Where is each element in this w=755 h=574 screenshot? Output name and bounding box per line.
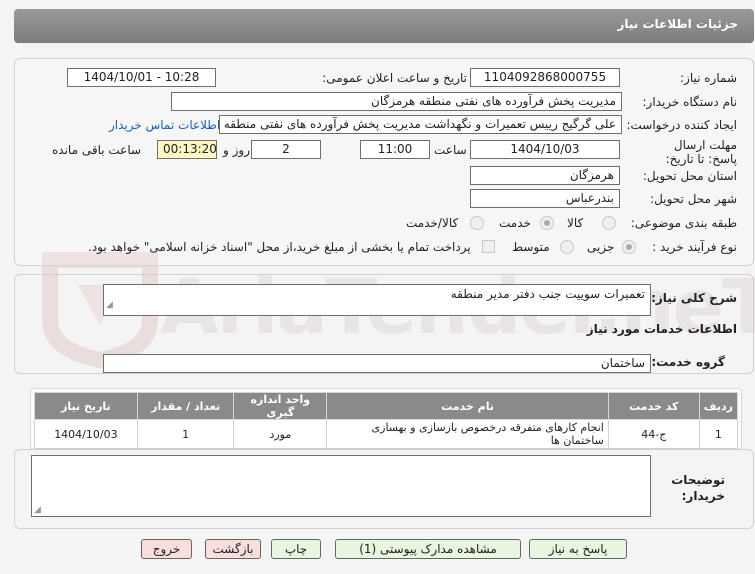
city-label: شهر محل تحویل: <box>650 192 737 206</box>
cell-code: ج-44 <box>607 419 700 449</box>
deadline-date-field[interactable]: 1404/10/03 <box>470 140 620 159</box>
service-group-field[interactable]: ساختمان <box>103 354 651 373</box>
remaining-label: ساعت باقی مانده <box>52 143 142 157</box>
description-text: تعمیرات سوییت جنب دفتر مدیر منطقه <box>450 287 645 301</box>
creator-label: ایجاد کننده درخواست: <box>626 118 737 132</box>
process-minor-label: جزیی <box>587 240 615 254</box>
back-button[interactable]: بازگشت <box>205 539 261 559</box>
creator-field[interactable]: علی گرگیج رییس تعمیرات و نگهداشت مدیریت … <box>219 115 622 134</box>
buyer-label: نام دستگاه خریدار: <box>642 95 738 109</box>
payment-note: پرداخت تمام یا بخشی از مبلغ خرید،از محل … <box>88 240 471 254</box>
city-field[interactable]: بندرعباس <box>470 189 620 208</box>
deadline-time-field[interactable]: 11:00 <box>360 140 430 159</box>
process-medium-label: متوسط <box>512 240 550 254</box>
deadline-label: مهلت ارسال پاسخ: تا تاریخ: <box>665 138 737 166</box>
col-name: نام خدمت <box>326 392 609 420</box>
days-label: روز و <box>223 143 250 157</box>
process-label: نوع فرآیند خرید : <box>652 240 737 254</box>
print-button[interactable]: چاپ <box>271 539 321 559</box>
exit-button[interactable]: خروج <box>141 539 192 559</box>
buyer-field[interactable]: مدیریت پخش فرآورده های نفتی منطقه هرمزگا… <box>171 92 622 111</box>
resize-handle-icon[interactable]: ◢ <box>106 296 113 314</box>
col-unit: واحد اندازه گیری <box>233 392 328 420</box>
description-label: شرح کلی نیاز: <box>651 291 737 305</box>
header-bar: جزئيات اطلاعات نياز <box>14 9 754 43</box>
col-row: ردیف <box>698 392 739 420</box>
cell-date: 1404/10/03 <box>34 419 138 449</box>
remaining-time-field: 00:13:20 <box>157 140 217 159</box>
services-table-header: ردیف کد خدمت نام خدمت واحد اندازه گیری ت… <box>34 392 739 420</box>
services-table: ردیف کد خدمت نام خدمت واحد اندازه گیری ت… <box>34 392 739 449</box>
need-number-field[interactable]: 1104092868000755 <box>470 68 620 87</box>
col-qty: تعداد / مقدار <box>136 392 235 420</box>
process-medium-radio[interactable] <box>560 240 574 254</box>
description-textarea[interactable]: تعمیرات سوییت جنب دفتر مدیر منطقه ◢ <box>103 284 651 316</box>
days-field[interactable]: 2 <box>251 140 321 159</box>
page-title: جزئيات اطلاعات نياز <box>617 17 738 31</box>
notes-label: توضیحات خریدار: <box>671 473 725 503</box>
process-minor-radio[interactable] <box>622 240 636 254</box>
category-goods-label: کالا <box>567 216 584 230</box>
attachments-button[interactable]: مشاهده مدارک پیوستی (1) <box>335 539 521 559</box>
col-code: کد خدمت <box>607 392 700 420</box>
category-goods-service-label: کالا/خدمت <box>406 216 459 230</box>
reply-button[interactable]: پاسخ به نیاز <box>529 539 627 559</box>
table-row[interactable]: 1 ج-44 انجام کارهای متفرقه درخصوص بازساز… <box>34 419 739 449</box>
cell-unit: مورد <box>233 419 328 449</box>
treasury-payment-checkbox[interactable] <box>482 240 495 253</box>
announce-label: تاریخ و ساعت اعلان عمومی: <box>322 71 467 85</box>
cell-row: 1 <box>698 419 739 449</box>
category-service-radio[interactable] <box>540 216 554 230</box>
category-service-label: خدمت <box>499 216 531 230</box>
services-section-title: اطلاعات خدمات مورد نیاز <box>586 322 737 336</box>
need-number-label: شماره نیاز: <box>680 71 737 85</box>
category-goods-radio[interactable] <box>602 216 616 230</box>
province-field[interactable]: هرمزگان <box>470 166 620 185</box>
cell-name: انجام کارهای متفرقه درخصوص بازسازی و بهس… <box>326 419 609 449</box>
service-group-label: گروه خدمت: <box>651 355 725 369</box>
province-label: استان محل تحویل: <box>642 169 737 183</box>
category-goods-service-radio[interactable] <box>470 216 484 230</box>
notes-textarea[interactable]: ◢ <box>31 455 651 517</box>
category-label: طبقه بندی موضوعی: <box>630 216 737 230</box>
cell-qty: 1 <box>136 419 235 449</box>
contact-buyer-link[interactable]: اطلاعات تماس خریدار <box>109 116 220 134</box>
col-date: تاریخ نیاز <box>34 392 138 420</box>
resize-handle-icon[interactable]: ◢ <box>34 505 41 515</box>
announce-field[interactable]: 1404/10/01 - 10:28 <box>67 68 216 87</box>
deadline-time-label: ساعت <box>434 143 467 157</box>
